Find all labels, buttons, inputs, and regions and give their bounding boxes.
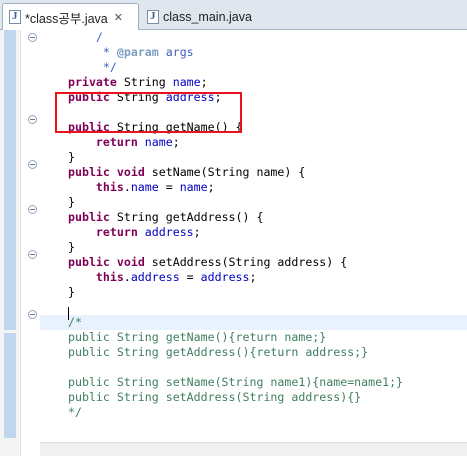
tab-class-main-java[interactable]: class_main.java	[141, 3, 261, 30]
editor-tab-bar: *class공부.java ✕ class_main.java	[0, 0, 467, 30]
code-line[interactable]: public String setName(String name1){name…	[40, 375, 467, 390]
code-line[interactable]: public String getAddress() {	[40, 210, 467, 225]
horizontal-scrollbar[interactable]	[40, 442, 467, 456]
code-line[interactable]: }	[40, 195, 467, 210]
fold-toggle-icon[interactable]	[28, 205, 37, 214]
code-line[interactable]: public void setAddress(String address) {	[40, 255, 467, 270]
highlight-annotation-box	[55, 92, 242, 133]
code-line[interactable]: }	[40, 240, 467, 255]
code-line[interactable]: return address;	[40, 225, 467, 240]
close-icon[interactable]: ✕	[114, 11, 123, 24]
code-line[interactable]: public String getName(){return name;}	[40, 330, 467, 345]
code-line[interactable]: /*	[40, 315, 467, 330]
fold-toggle-icon[interactable]	[28, 310, 37, 319]
code-line[interactable]: /	[40, 30, 467, 45]
code-line[interactable]: public String setAddress(String address)…	[40, 390, 467, 405]
fold-toggle-icon[interactable]	[28, 250, 37, 259]
code-line[interactable]: }	[40, 150, 467, 165]
code-line[interactable]	[40, 300, 467, 315]
code-line[interactable]: public void setName(String name) {	[40, 165, 467, 180]
tab-label: class_main.java	[163, 9, 252, 24]
tab-class-study-java[interactable]: *class공부.java ✕	[2, 3, 139, 30]
quick-diff-ruler	[0, 30, 21, 456]
java-file-icon	[147, 9, 159, 24]
code-line[interactable]	[40, 360, 467, 375]
tab-label: *class공부.java	[25, 11, 108, 26]
code-line[interactable]: this.address = address;	[40, 270, 467, 285]
fold-toggle-icon[interactable]	[28, 115, 37, 124]
text-cursor	[68, 307, 69, 320]
quick-diff-marker	[4, 333, 16, 438]
code-line[interactable]: return name;	[40, 135, 467, 150]
code-line[interactable]: * @param args	[40, 45, 467, 60]
code-line[interactable]: public String getAddress(){return addres…	[40, 345, 467, 360]
quick-diff-marker	[4, 30, 16, 330]
fold-toggle-icon[interactable]	[28, 160, 37, 169]
code-line[interactable]: }	[40, 285, 467, 300]
code-editor[interactable]: / * @param args */private String name; pu…	[0, 30, 467, 456]
java-file-icon	[9, 10, 21, 24]
code-line[interactable]: private String name;	[40, 75, 467, 90]
code-line[interactable]: */	[40, 405, 467, 420]
code-line[interactable]: this.name = name;	[40, 180, 467, 195]
fold-toggle-icon[interactable]	[28, 33, 37, 42]
code-line[interactable]: */	[40, 60, 467, 75]
